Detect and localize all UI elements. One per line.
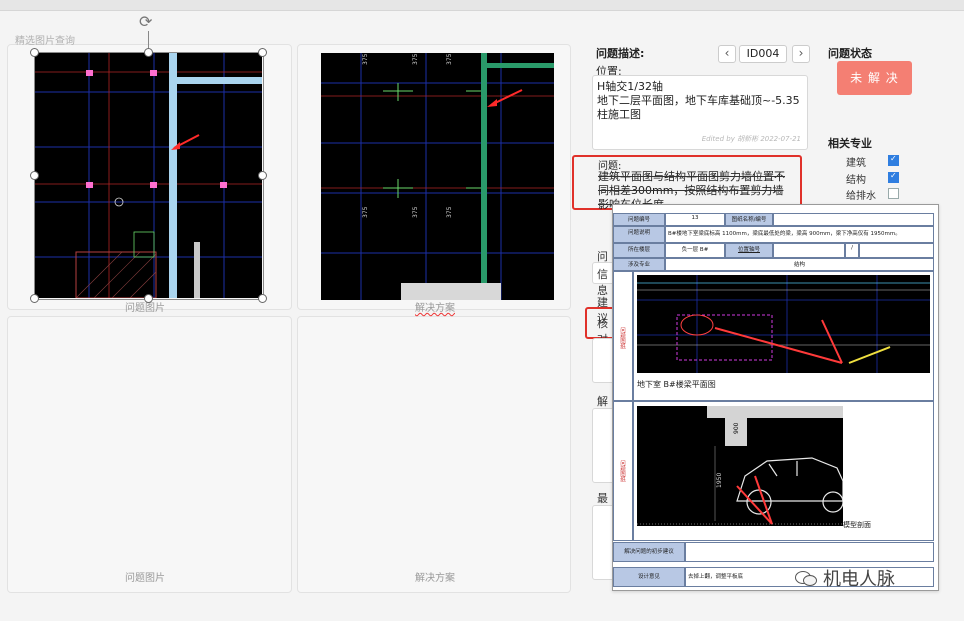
doc-floor-label: 所在楼层 bbox=[613, 243, 665, 258]
solution-cad-drawing: 375 375 375 375 375 375 bbox=[321, 53, 554, 300]
problem-image-panel-lower bbox=[7, 316, 292, 593]
discipline-architecture-label: 建筑 bbox=[846, 158, 866, 169]
doc-id-value: 13 bbox=[665, 213, 725, 226]
discipline-structure-label: 结构 bbox=[846, 175, 866, 186]
watermark-text: 机电人脉 bbox=[823, 569, 895, 590]
doc-drawing-value bbox=[773, 213, 934, 226]
solution-image-panel-lower bbox=[297, 316, 571, 593]
solution-cad-image[interactable]: 375 375 375 375 375 375 bbox=[321, 53, 554, 300]
doc-suggest-label: 解决问题的初步建议 bbox=[613, 542, 685, 562]
doc-id-label: 问题编号 bbox=[613, 213, 665, 226]
disciplines-header: 相关专业 bbox=[828, 137, 872, 150]
discipline-architecture-checkbox[interactable] bbox=[888, 154, 899, 166]
next-button[interactable]: › bbox=[792, 45, 810, 63]
doc-suggest-value bbox=[685, 542, 934, 562]
doc-image2-side: 问题图纸 bbox=[613, 401, 633, 541]
doc-opinion-label: 设计意见 bbox=[613, 567, 685, 587]
issue-report-document: 问题编号 13 图纸名称/编号 问题说明 B#楼地下室梁底标高 1100mm，梁… bbox=[612, 204, 939, 591]
doc-axis-extra bbox=[859, 243, 934, 258]
doc-discipline-label: 涉及专业 bbox=[613, 258, 665, 271]
discipline-plumbing-checkbox[interactable] bbox=[888, 188, 899, 199]
doc-axis-label: 位置轴号 bbox=[725, 243, 773, 258]
doc-image2-caption: 模型剖面 bbox=[843, 521, 871, 529]
status-unresolved-button[interactable]: 未 解 决 bbox=[837, 61, 912, 95]
top-bar bbox=[0, 0, 964, 11]
cad-dim-2: 375 bbox=[412, 53, 419, 65]
resize-handle-br[interactable] bbox=[258, 294, 267, 303]
edited-by-text: Edited by 胡新彬 2022-07-21 bbox=[701, 135, 801, 143]
doc-dim-900: 900 bbox=[733, 422, 740, 434]
problem-image-caption-bottom: 问题图片 bbox=[125, 573, 165, 584]
resize-handle-tl[interactable] bbox=[30, 48, 39, 57]
doc-drawing-label: 图纸名称/编号 bbox=[725, 213, 773, 226]
doc-plan-drawing bbox=[637, 275, 930, 373]
location-textarea[interactable]: H轴交1/32轴 地下二层平面图，地下车库基础顶~-5.35柱施工图 Edite… bbox=[592, 75, 808, 150]
resize-handle-ml[interactable] bbox=[30, 171, 39, 180]
solution-image-caption-bottom: 解决方案 bbox=[415, 573, 455, 584]
cad-dim-6: 375 bbox=[446, 206, 453, 218]
discipline-structure-checkbox[interactable] bbox=[888, 171, 899, 183]
doc-axis-slash: / bbox=[845, 243, 859, 258]
doc-floor-value: 负一层 B# bbox=[665, 243, 725, 258]
doc-desc-text: B#楼地下室梁底标高 1100mm，梁底最低处的梁，梁高 900mm，梁下净高仅… bbox=[665, 226, 934, 243]
cad-dim-5: 375 bbox=[412, 206, 419, 218]
discipline-plumbing-label: 给排水 bbox=[846, 191, 876, 202]
resize-handle-tc[interactable] bbox=[144, 48, 153, 57]
doc-discipline-value: 结构 bbox=[665, 258, 934, 271]
resize-handle-mr[interactable] bbox=[258, 171, 267, 180]
doc-axis-value bbox=[773, 243, 845, 258]
cad-dim-3: 375 bbox=[446, 53, 453, 65]
cad-dim-4: 375 bbox=[362, 206, 369, 218]
doc-image1-side: 问题图纸 bbox=[613, 271, 633, 401]
prev-button[interactable]: ‹ bbox=[718, 45, 736, 63]
image-selection-box bbox=[34, 52, 264, 300]
resize-handle-bc[interactable] bbox=[144, 294, 153, 303]
doc-desc-label: 问题说明 bbox=[613, 226, 665, 243]
doc-image1-caption: 地下室 B#楼梁平面图 bbox=[637, 380, 716, 389]
rotate-handle-icon[interactable]: ⟳ bbox=[139, 13, 157, 31]
solution-image-caption: 解决方案 bbox=[415, 303, 455, 314]
doc-dim-1950: 1950 bbox=[716, 473, 723, 488]
doc-section-drawing: 900 1950 bbox=[637, 406, 843, 526]
location-text: H轴交1/32轴 地下二层平面图，地下车库基础顶~-5.35柱施工图 bbox=[597, 80, 800, 121]
cad-dim-1: 375 bbox=[362, 53, 369, 65]
resize-handle-tr[interactable] bbox=[258, 48, 267, 57]
watermark: 机电人脉 bbox=[795, 565, 895, 591]
description-header: 问题描述: bbox=[596, 47, 645, 60]
wechat-logo-icon bbox=[795, 569, 817, 587]
status-header: 问题状态 bbox=[828, 47, 872, 60]
resize-handle-bl[interactable] bbox=[30, 294, 39, 303]
rotate-stem bbox=[148, 31, 149, 48]
top-hint-text: 精选图片查询 bbox=[15, 36, 75, 47]
issue-id-field[interactable]: ID004 bbox=[739, 45, 787, 63]
